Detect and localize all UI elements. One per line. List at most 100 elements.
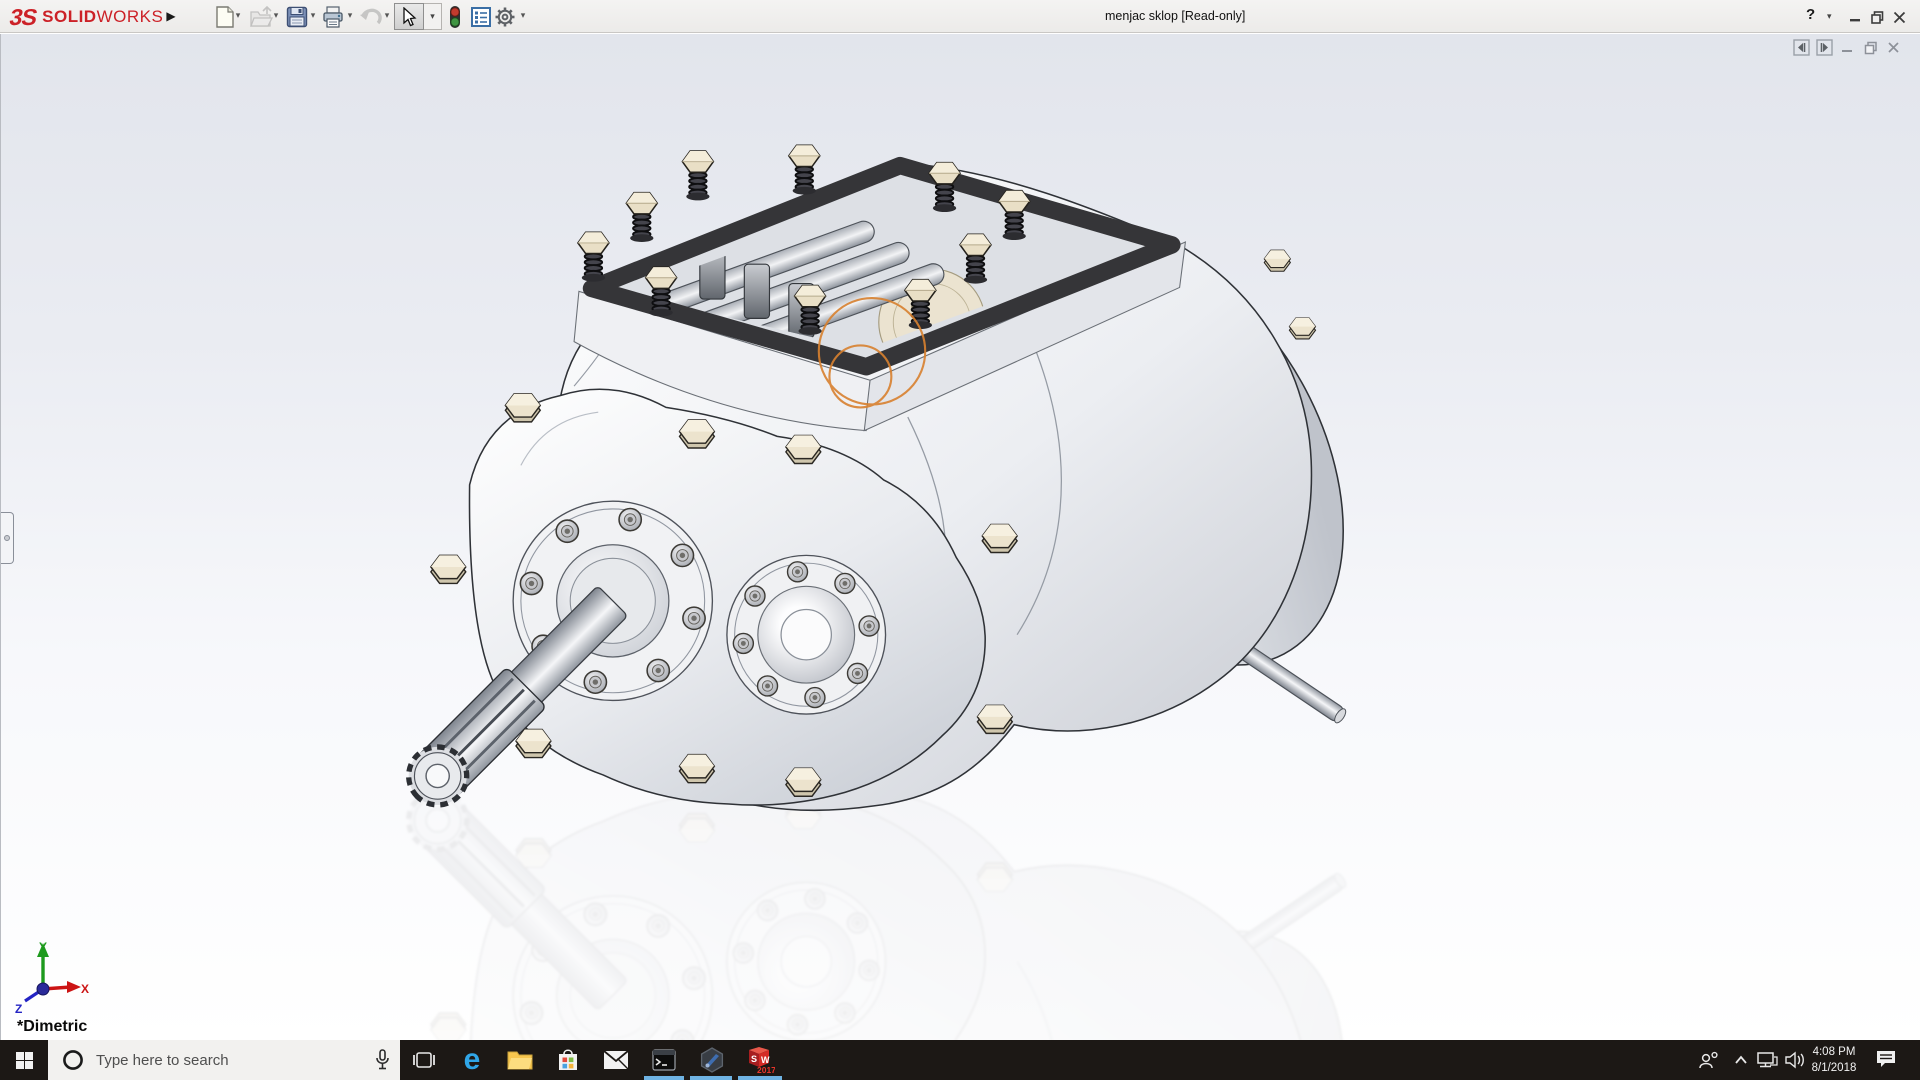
task-view-icon <box>413 1050 435 1070</box>
brand-works: WORKS <box>97 7 164 27</box>
taskbar-clock[interactable]: 4:08 PM 8/1/2018 <box>1804 1044 1864 1076</box>
axis-x-label: X <box>81 982 89 996</box>
select-arrow-icon <box>401 7 417 27</box>
svg-text:S: S <box>751 1054 757 1064</box>
help-button[interactable]: ? <box>1806 6 1815 23</box>
restore-icon <box>1871 11 1884 24</box>
brand-solid: SOLID <box>42 7 96 27</box>
toolbar-flyout-arrow[interactable]: ▶ <box>163 5 179 27</box>
print-dropdown[interactable]: ▾ <box>345 10 355 22</box>
print-button[interactable] <box>320 4 346 30</box>
save-dropdown[interactable]: ▾ <box>308 10 318 22</box>
file-explorer-icon <box>507 1049 533 1071</box>
taskbar-app-command-prompt[interactable] <box>640 1040 688 1080</box>
clock-date: 8/1/2018 <box>1804 1060 1864 1076</box>
solidworks-2017-icon: S W 2017 <box>745 1046 775 1074</box>
rebuild-button[interactable] <box>442 4 468 30</box>
solidworks-logo-mark: 3S <box>7 4 39 31</box>
people-icon <box>1698 1050 1720 1070</box>
minimize-button[interactable] <box>1846 8 1864 26</box>
rebuild-traffic-light-icon <box>448 5 462 29</box>
close-button[interactable] <box>1890 8 1908 26</box>
options-button[interactable] <box>492 4 518 30</box>
network-button[interactable] <box>1752 1040 1782 1080</box>
taskbar-app-edge[interactable]: e <box>448 1040 496 1080</box>
taskbar-app-solidworks[interactable]: S W 2017 <box>736 1040 784 1080</box>
reference-triad: Y X Z <box>9 939 89 1022</box>
solidworks-logo: 3S SOLID WORKS <box>10 4 163 30</box>
previous-window-button[interactable] <box>1793 39 1810 56</box>
gear-icon <box>494 6 516 28</box>
file-properties-button[interactable] <box>468 4 494 30</box>
minimize-icon <box>1849 11 1861 23</box>
open-icon <box>249 6 273 28</box>
previous-window-icon <box>1793 39 1810 56</box>
search-input[interactable] <box>96 1052 336 1069</box>
running-indicator-cmd <box>644 1076 684 1080</box>
store-icon <box>557 1048 579 1072</box>
start-button[interactable] <box>0 1040 48 1080</box>
mail-icon <box>603 1050 629 1070</box>
action-center-button[interactable] <box>1872 1040 1902 1080</box>
help-dropdown[interactable]: ▾ <box>1827 11 1832 22</box>
new-document-icon <box>215 6 235 28</box>
taskbar-app-mail[interactable] <box>592 1040 640 1080</box>
minimize-document-button[interactable] <box>1839 39 1856 56</box>
people-button[interactable] <box>1694 1040 1724 1080</box>
restore-button[interactable] <box>1868 8 1886 26</box>
running-indicator-hexagon-app <box>690 1076 732 1080</box>
hexagon-app-icon <box>699 1047 725 1073</box>
microphone-icon[interactable] <box>375 1049 390 1071</box>
save-icon <box>286 6 308 28</box>
restore-document-button[interactable] <box>1862 39 1879 56</box>
windows-logo-icon <box>16 1052 33 1069</box>
command-prompt-icon <box>652 1048 676 1072</box>
speaker-icon <box>1784 1051 1806 1069</box>
new-document-dropdown[interactable]: ▾ <box>233 10 243 22</box>
open-dropdown[interactable]: ▾ <box>271 10 281 22</box>
taskbar-app-file-explorer[interactable] <box>496 1040 544 1080</box>
action-center-icon <box>1875 1049 1899 1071</box>
taskbar-search[interactable] <box>48 1040 400 1080</box>
undo-button[interactable] <box>358 4 384 30</box>
chevron-up-icon <box>1734 1055 1748 1065</box>
select-tool-group: ▾ <box>394 3 442 30</box>
restore-document-icon <box>1864 41 1878 55</box>
solidworks-window: 3S SOLID WORKS ▶ ▾ ▾ <box>0 0 1920 1080</box>
running-indicator-solidworks <box>738 1076 782 1080</box>
model-canvas[interactable] <box>1 34 1920 1040</box>
print-icon <box>322 6 344 28</box>
file-properties-icon <box>470 6 492 28</box>
panel-handle-dot <box>4 535 10 541</box>
save-button[interactable] <box>284 4 310 30</box>
view-orientation-label: *Dimetric <box>17 1018 87 1036</box>
clock-time: 4:08 PM <box>1804 1044 1864 1060</box>
axis-y-label: Y <box>39 940 47 954</box>
close-document-icon <box>1887 41 1900 54</box>
select-tool-button[interactable] <box>394 3 424 30</box>
undo-dropdown[interactable]: ▾ <box>382 10 392 22</box>
select-tool-dropdown[interactable]: ▾ <box>424 3 442 30</box>
axis-z-label: Z <box>15 1002 22 1016</box>
document-window-controls <box>1793 39 1902 56</box>
taskbar-app-hexagon[interactable] <box>688 1040 736 1080</box>
next-window-icon <box>1816 39 1833 56</box>
feature-manager-tab[interactable] <box>1 512 14 564</box>
minimize-document-icon <box>1841 41 1854 54</box>
document-title: menjac sklop [Read-only] <box>1105 9 1245 23</box>
graphics-viewport[interactable]: Y X Z *Dimetric <box>0 34 1920 1040</box>
windows-taskbar: e <box>0 1040 1920 1080</box>
close-icon <box>1893 11 1906 24</box>
gearbox-model[interactable] <box>397 145 1411 817</box>
task-view-button[interactable] <box>400 1040 448 1080</box>
edge-icon: e <box>464 1047 481 1073</box>
taskbar-app-store[interactable] <box>544 1040 592 1080</box>
undo-icon <box>359 7 383 27</box>
cortana-icon <box>62 1049 84 1071</box>
next-window-button[interactable] <box>1816 39 1833 56</box>
title-bar: 3S SOLID WORKS ▶ ▾ ▾ <box>0 0 1920 33</box>
model-reflection <box>397 779 1411 1040</box>
options-dropdown[interactable]: ▾ <box>518 10 528 22</box>
close-document-button[interactable] <box>1885 39 1902 56</box>
network-ethernet-icon <box>1756 1051 1778 1069</box>
